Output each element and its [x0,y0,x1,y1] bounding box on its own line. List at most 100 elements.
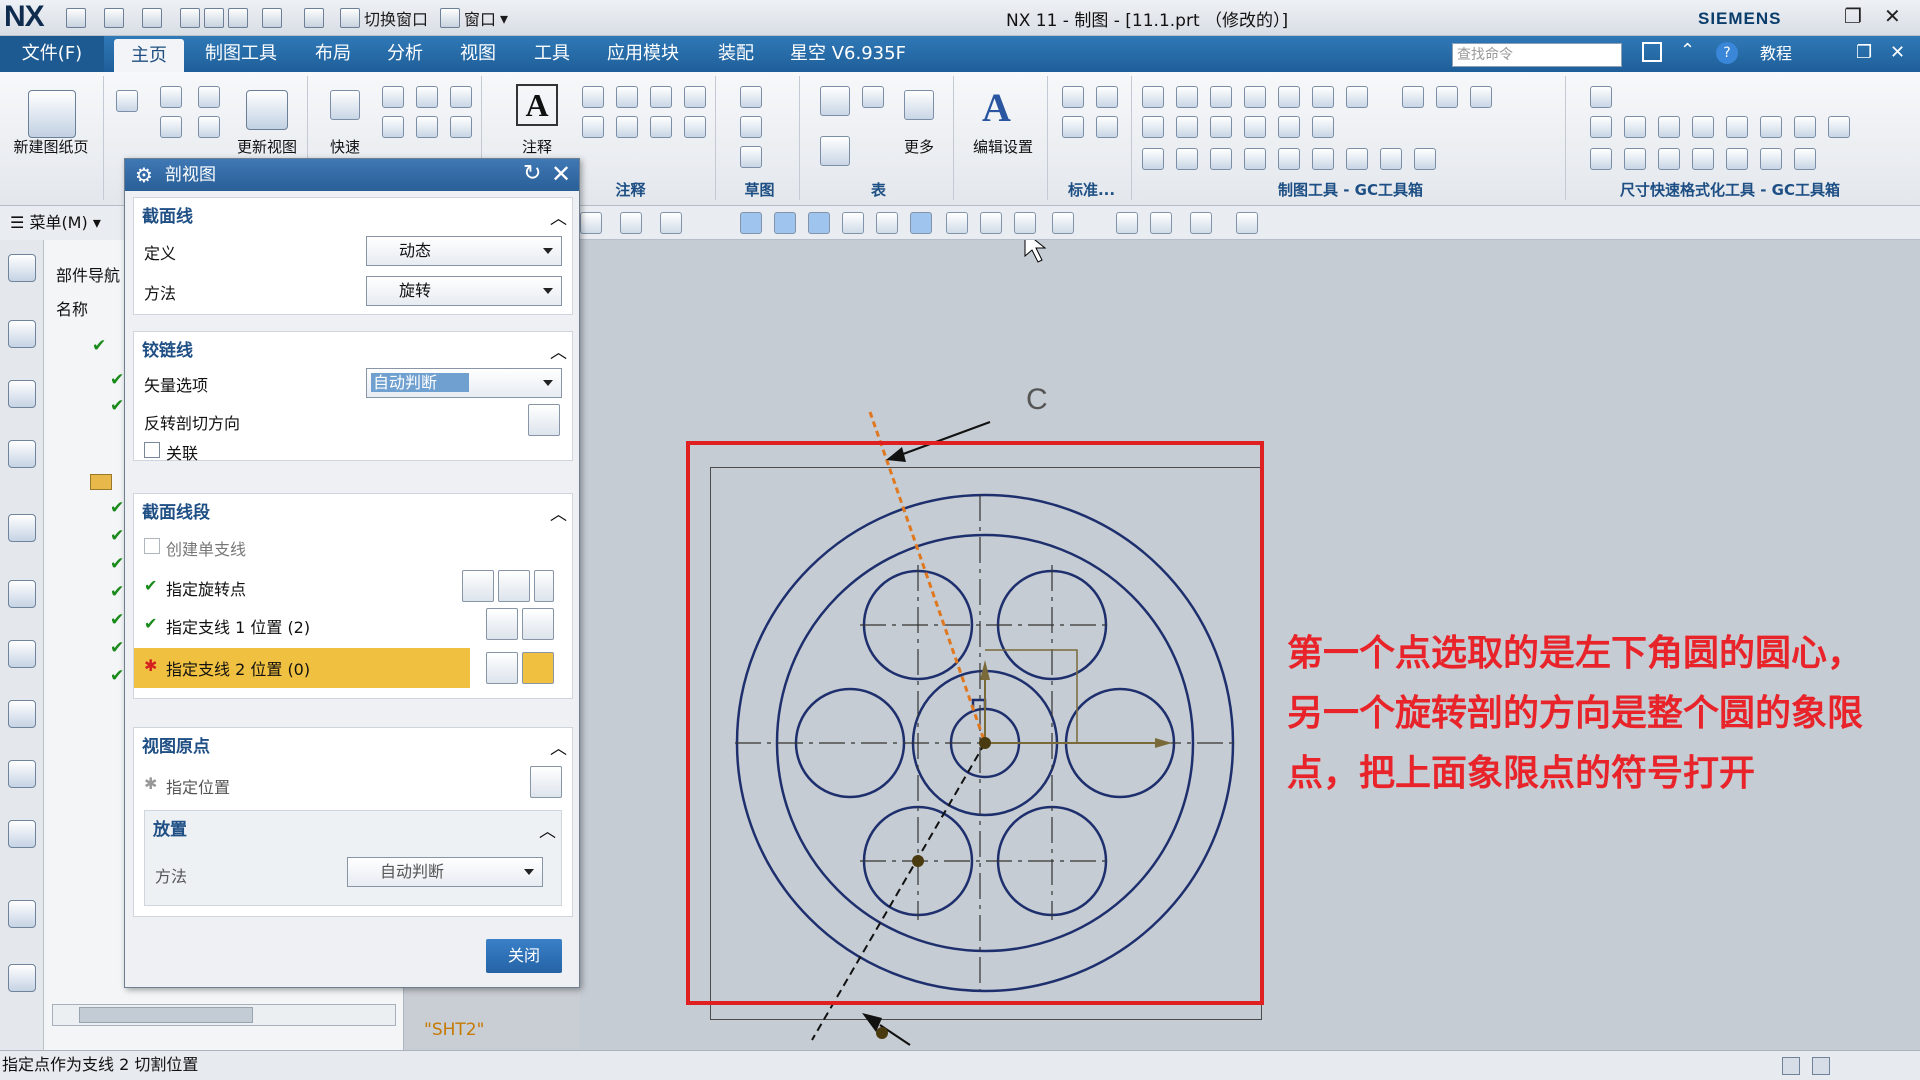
collapse-caret-icon[interactable]: ︿ [539,817,556,842]
new-sheet-button[interactable]: 新建图纸页 [6,136,96,157]
dim-format-2-icon[interactable] [1590,116,1612,138]
system-materials-icon[interactable] [8,700,36,728]
target-point-icon[interactable] [650,116,672,138]
segments-header[interactable]: 截面线段 [134,498,572,523]
collapse-caret-icon[interactable]: ︿ [550,204,567,229]
gc-tool-22-icon[interactable] [1312,148,1334,170]
tree-check-icon[interactable]: ✔ [110,638,124,658]
reset-icon[interactable]: ↻ [523,161,541,186]
detail-view-icon[interactable] [198,86,220,108]
standard-tool-1-icon[interactable] [1062,86,1084,108]
section-line-header[interactable]: 截面线 [134,202,572,227]
chamfer-dimension-icon[interactable] [382,116,404,138]
section-view-icon[interactable] [160,116,182,138]
dim-format-8-icon[interactable] [1794,116,1816,138]
single-branch-checkbox[interactable] [144,538,160,554]
associative-checkbox[interactable] [144,442,160,458]
file-menu[interactable]: 文件(F) [0,36,104,72]
method-select[interactable]: 旋转 [366,276,562,306]
select-mode-icon[interactable] [620,212,642,234]
quadrant-point-icon[interactable] [946,212,968,234]
gc-tool-5-icon[interactable] [1278,86,1300,108]
placement-header[interactable]: 放置 [145,815,561,840]
center-mark-icon[interactable] [684,86,706,108]
snap-toggle-icon[interactable] [740,212,762,234]
restore-icon[interactable]: ❐ [1844,4,1862,28]
mid-point-icon[interactable] [808,212,830,234]
control-point-icon[interactable] [842,212,864,234]
gc-tool-21-icon[interactable] [1278,148,1300,170]
close-doc-icon[interactable]: ✕ [1890,42,1905,63]
dim-format-1-icon[interactable] [1590,86,1612,108]
chevron-down-icon[interactable]: ▾ [500,9,508,28]
settings-gear-icon[interactable] [8,254,36,282]
gc-tool-14-icon[interactable] [1244,116,1266,138]
break-view-icon[interactable] [198,116,220,138]
rapid-dimension-icon[interactable] [330,90,360,120]
process-studio-icon[interactable] [8,760,36,788]
inferred-point-button[interactable] [498,570,530,602]
arc-center-icon[interactable] [910,212,932,234]
new-sheet-icon[interactable] [28,90,76,138]
navigator-name-column[interactable]: 名称 [56,296,88,320]
repeat-command-icon[interactable] [304,8,324,28]
gc-tool-8-icon[interactable] [1402,86,1424,108]
branch2-target-button[interactable] [522,652,554,684]
tree-check-icon[interactable]: ✔ [92,336,106,356]
dim-format-7-icon[interactable] [1760,116,1782,138]
dim-format-10-icon[interactable] [1590,148,1612,170]
update-view-icon[interactable] [246,90,288,130]
more-icon[interactable] [904,90,934,120]
tree-check-icon[interactable]: ✔ [110,526,124,546]
help-icon[interactable]: ? [1716,42,1738,64]
view-origin-header[interactable]: 视图原点 [134,732,572,757]
redo-icon[interactable] [142,8,162,28]
point-type-dropdown[interactable] [534,570,554,602]
gc-tool-11-icon[interactable] [1142,116,1164,138]
navigator-scrollbar[interactable] [52,1004,396,1026]
gc-tool-16-icon[interactable] [1312,116,1334,138]
gear-icon[interactable]: ⚙ [135,163,153,187]
part-navigator-icon[interactable] [8,380,36,408]
menu-button[interactable]: ☰ 菜单(M) ▾ [0,206,120,240]
thickness-dimension-icon[interactable] [416,116,438,138]
navigator-extra-2-icon[interactable] [8,964,36,992]
existing-point-icon[interactable] [980,212,1002,234]
dim-format-13-icon[interactable] [1692,148,1714,170]
standard-tool-2-icon[interactable] [1096,86,1118,108]
dim-format-11-icon[interactable] [1624,148,1646,170]
tree-check-icon[interactable]: ✔ [110,582,124,602]
weld-symbol-icon[interactable] [616,116,638,138]
switch-window-icon[interactable] [340,8,360,28]
gc-tool-3-icon[interactable] [1210,86,1232,108]
navigator-extra-1-icon[interactable] [8,900,36,928]
dim-format-6-icon[interactable] [1726,116,1748,138]
tree-check-icon[interactable]: ✔ [110,554,124,574]
dim-format-9-icon[interactable] [1828,116,1850,138]
placement-method-select[interactable]: 自动判断 [347,857,543,887]
branch1-target-button[interactable] [522,608,554,640]
window-icon[interactable] [440,8,461,28]
tab-analysis[interactable]: 分析 [387,36,423,72]
gc-tool-24-icon[interactable] [1380,148,1402,170]
gc-tool-7-icon[interactable] [1346,86,1368,108]
point-on-curve-icon[interactable] [1014,212,1036,234]
rapid-dimension-button[interactable]: 快速 [300,136,390,157]
branch2-label[interactable]: 指定支线 2 位置 (0) [166,656,310,680]
gc-tool-25-icon[interactable] [1414,148,1436,170]
tree-check-icon[interactable]: ✔ [110,498,124,518]
dim-format-12-icon[interactable] [1658,148,1680,170]
linear-dimension-icon[interactable] [382,86,404,108]
view-fit-icon[interactable] [1116,212,1138,234]
point-constructor-icon[interactable] [1052,212,1074,234]
tree-check-icon[interactable]: ✔ [110,370,124,390]
surface-finish-icon[interactable] [582,116,604,138]
specify-location-button[interactable] [530,766,562,798]
web-browser-icon[interactable] [8,580,36,608]
close-window-icon[interactable]: ✕ [1884,4,1901,28]
gc-tool-23-icon[interactable] [1346,148,1368,170]
zoom-icon[interactable] [1150,212,1172,234]
sketch-line-icon[interactable] [740,146,762,168]
standard-tool-4-icon[interactable] [1096,116,1118,138]
reuse-library-icon[interactable] [8,440,36,468]
